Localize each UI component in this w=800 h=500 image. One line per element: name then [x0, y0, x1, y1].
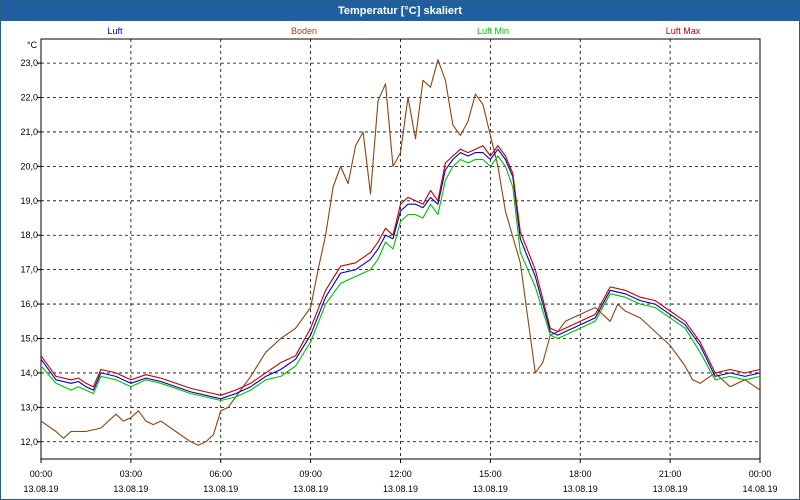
legend-entry-luft-max: Luft Max	[666, 26, 701, 36]
legend-entry-boden: Boden	[291, 26, 317, 36]
legend-entry-luft-min: Luft Min	[477, 26, 509, 36]
x-tick-date-label: 13.08.19	[653, 484, 688, 494]
x-tick-date-label: 14.08.19	[742, 484, 777, 494]
x-tick-time-label: 18:00	[569, 469, 592, 479]
x-tick-date-label: 13.08.19	[293, 484, 328, 494]
x-tick-date-label: 13.08.19	[203, 484, 238, 494]
x-tick-date-label: 13.08.19	[383, 484, 418, 494]
y-tick-label: 15,0	[20, 334, 38, 344]
y-tick-label: 14,0	[20, 368, 38, 378]
y-tick-label: 19,0	[20, 196, 38, 206]
x-tick-date-label: 13.08.19	[113, 484, 148, 494]
x-tick-time-label: 15:00	[479, 469, 502, 479]
y-tick-label: 13,0	[20, 402, 38, 412]
y-tick-label: 17,0	[20, 265, 38, 275]
x-tick-time-label: 00:00	[30, 469, 53, 479]
y-tick-label: 20,0	[20, 161, 38, 171]
x-tick-date-label: 13.08.19	[23, 484, 58, 494]
y-tick-label: 16,0	[20, 299, 38, 309]
y-tick-label: 23,0	[20, 58, 38, 68]
x-tick-time-label: 03:00	[120, 469, 143, 479]
chart-window: Temperatur [°C] skaliert 12,0 13,0 14,0 15,…	[0, 0, 800, 500]
y-tick-label: 18,0	[20, 230, 38, 240]
x-tick-time-label: 21:00	[659, 469, 682, 479]
x-tick-date-label: 13.08.19	[473, 484, 508, 494]
temperature-chart: 12,0 13,0 14,0 15,0 16,0 17,0 18,0 19,0 20,0 21,0…	[20, 26, 777, 494]
y-axis-unit: °C	[27, 40, 38, 50]
y-tick-label: 12,0	[20, 437, 38, 447]
y-tick-label: 22,0	[20, 93, 38, 103]
x-tick-time-label: 12:00	[389, 469, 412, 479]
x-tick-date-label: 13.08.19	[563, 484, 598, 494]
x-tick-time-label: 00:00	[749, 469, 772, 479]
legend-entry-luft: Luft	[107, 26, 123, 36]
x-tick-time-label: 06:00	[209, 469, 232, 479]
x-tick-time-label: 09:00	[299, 469, 322, 479]
y-tick-label: 21,0	[20, 127, 38, 137]
